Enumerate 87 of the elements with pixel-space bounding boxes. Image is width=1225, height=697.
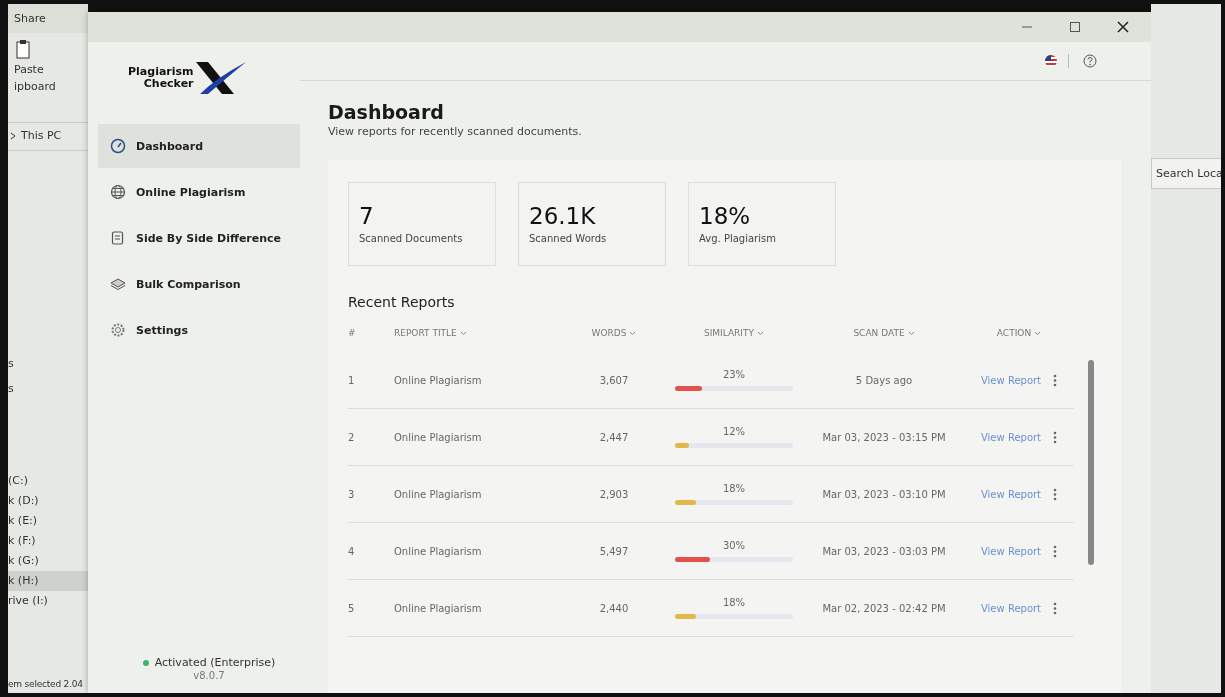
page-title: Dashboard [328, 101, 445, 123]
column-header[interactable]: WORDS [591, 328, 627, 338]
version-text: v8.0.7 [193, 670, 225, 681]
scan-date: Mar 02, 2023 - 02:42 PM [821, 602, 947, 614]
more-options-icon [1053, 601, 1058, 615]
row-number: 3 [348, 488, 356, 500]
activation-status: Activated (Enterprise) [154, 656, 276, 669]
more-options-icon [1053, 373, 1058, 387]
nav-item[interactable]: (C:) [8, 471, 88, 491]
word-count: 2,447 [598, 431, 630, 443]
section-title: Recent Reports [348, 294, 456, 310]
chevron-down-icon [629, 330, 637, 336]
globe-icon [110, 184, 126, 200]
report-title: Online Plagiarism [394, 602, 483, 614]
column-header[interactable]: SIMILARITY [703, 328, 755, 338]
report-title: Online Plagiarism [394, 374, 483, 386]
layers-icon [110, 276, 126, 292]
more-options-icon [1053, 430, 1058, 444]
word-count: 5,497 [598, 545, 630, 557]
column-header[interactable]: ACTION [996, 328, 1032, 338]
column-header[interactable]: SCAN DATE [853, 328, 905, 338]
chevron-icon [10, 130, 17, 141]
chevron-down-icon [757, 330, 765, 336]
nav-item[interactable]: rive (I:) [8, 591, 88, 611]
chevron-down-icon [907, 330, 915, 336]
similarity-percent: 12% [722, 426, 746, 437]
chevron-down-icon [1034, 330, 1042, 336]
sidebar-item[interactable]: Settings [98, 308, 300, 352]
help-icon [1083, 54, 1097, 68]
sidebar-item[interactable]: Bulk Comparison [98, 262, 300, 306]
status-bar-text: em selected 2.04 [8, 678, 84, 691]
report-title: Online Plagiarism [394, 488, 483, 500]
scan-date: 5 Days ago [854, 374, 914, 386]
scan-date: Mar 03, 2023 - 03:15 PM [821, 431, 947, 443]
scan-date: Mar 03, 2023 - 03:10 PM [821, 488, 947, 500]
nav-item[interactable]: s [8, 351, 88, 376]
breadcrumb[interactable]: This PC [21, 129, 62, 142]
column-header[interactable]: REPORT TITLE [394, 328, 457, 338]
sidebar-item[interactable]: Dashboard [98, 124, 300, 168]
report-title: Online Plagiarism [394, 431, 483, 443]
more-options-icon [1053, 544, 1058, 558]
page-subtitle: View reports for recently scanned documents. [328, 125, 583, 138]
word-count: 3,607 [598, 374, 630, 386]
stat-label: Scanned Words [529, 232, 608, 244]
x-logo-icon [193, 60, 246, 96]
word-count: 2,903 [598, 488, 630, 500]
clipboard-icon [14, 39, 32, 59]
chevron-down-icon [459, 330, 467, 336]
nav-item[interactable]: k (F:) [8, 531, 88, 551]
document-icon [110, 230, 126, 246]
word-count: 2,440 [598, 602, 630, 614]
similarity-percent: 18% [722, 483, 746, 494]
maximize-icon [1069, 21, 1081, 33]
report-title: Online Plagiarism [394, 545, 483, 557]
nav-item[interactable]: s [8, 376, 88, 401]
column-header: # [348, 328, 356, 338]
row-number: 2 [348, 431, 356, 443]
stat-value: 7 [359, 204, 375, 230]
more-options-icon [1053, 487, 1058, 501]
stat-value: 18% [699, 204, 752, 230]
search-field[interactable]: Search Loca [1151, 158, 1221, 189]
row-number: 4 [348, 545, 356, 557]
scan-date: Mar 03, 2023 - 03:03 PM [821, 545, 947, 557]
similarity-percent: 30% [722, 540, 746, 551]
ribbon-group-label: ipboard [14, 80, 57, 93]
nav-item[interactable]: k (G:) [8, 551, 88, 571]
sidebar-item[interactable]: Side By Side Difference [98, 216, 300, 260]
logo-text: Plagiarism [128, 66, 194, 78]
sidebar-item[interactable]: Online Plagiarism [98, 170, 300, 214]
scrollbar[interactable] [1088, 360, 1094, 565]
similarity-percent: 23% [722, 369, 746, 380]
row-number: 5 [348, 602, 356, 614]
stat-label: Scanned Documents [359, 232, 464, 244]
stat-label: Avg. Plagiarism [699, 232, 777, 244]
nav-item[interactable]: k (D:) [8, 491, 88, 511]
gear-icon [110, 322, 126, 338]
ribbon-tab[interactable]: Share [8, 4, 88, 33]
row-number: 1 [348, 374, 356, 386]
paste-button[interactable]: Paste [14, 63, 88, 76]
nav-item[interactable]: k (E:) [8, 511, 88, 531]
nav-item[interactable]: k (H:) [8, 571, 88, 591]
close-icon [1117, 21, 1129, 33]
logo-text: Checker [143, 78, 194, 90]
similarity-percent: 18% [722, 597, 746, 608]
flag-icon [1044, 54, 1058, 68]
gauge-icon [110, 138, 126, 154]
stat-value: 26.1K [529, 204, 597, 230]
